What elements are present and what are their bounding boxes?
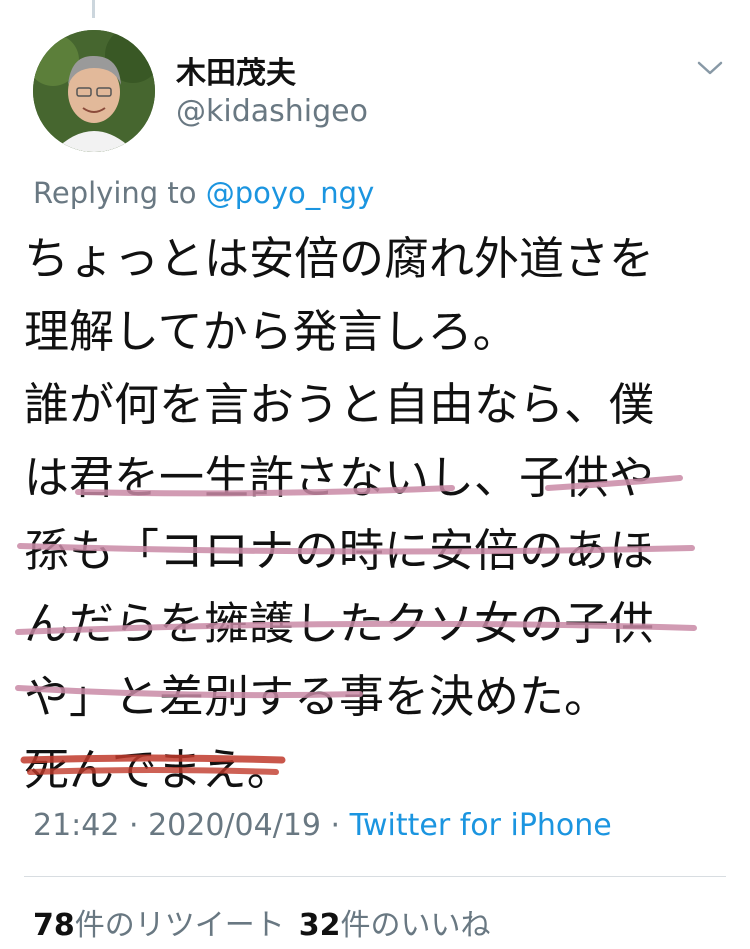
thread-connector-line — [92, 0, 95, 18]
tweet-text: ちょっとは安倍の腐れ外道さを 理解してから発言しろ。 誰が何を言おうと自由なら、… — [24, 222, 734, 806]
tweet-text-line: 理解してから発言しろ。 — [24, 305, 518, 358]
tweet-stats: 78件のリツイート 32件のいいね — [33, 900, 491, 944]
tweet-meta: 21:42 · 2020/04/19 · Twitter for iPhone — [33, 808, 612, 843]
tweet-text-line: 孫も「コロナの時に安倍のあほ — [24, 524, 655, 577]
like-label[interactable]: 件のいいね — [341, 908, 491, 943]
meta-separator: · — [119, 808, 149, 843]
tweet-time[interactable]: 21:42 — [33, 808, 119, 843]
retweet-label[interactable]: 件のリツイート — [75, 908, 285, 943]
meta-separator: · — [321, 808, 350, 843]
tweet-text-line: は君を一生許さないし、子供や — [24, 451, 655, 504]
tweet-text-line: んだらを擁護したクソ女の子供 — [24, 597, 655, 650]
avatar-photo — [33, 30, 155, 152]
tweet-text-line: ちょっとは安倍の腐れ外道さを — [24, 232, 655, 285]
retweet-count[interactable]: 78 — [33, 908, 75, 943]
author-handle[interactable]: @kidashigeo — [176, 94, 368, 129]
tweet-text-line: 死んでまえ。 — [24, 743, 292, 796]
chevron-down-icon[interactable] — [696, 58, 724, 78]
author-display-name[interactable]: 木田茂夫 — [176, 48, 296, 92]
reply-prefix: Replying to — [33, 176, 206, 210]
tweet-source-link[interactable]: Twitter for iPhone — [350, 808, 612, 843]
divider — [24, 876, 726, 877]
reply-context: Replying to @poyo_ngy — [33, 176, 374, 210]
tweet-text-line: や」と差別する事を決めた。 — [24, 670, 610, 723]
reply-mention-link[interactable]: @poyo_ngy — [206, 176, 375, 210]
avatar[interactable] — [33, 30, 155, 152]
tweet-date[interactable]: 2020/04/19 — [148, 808, 321, 843]
tweet-text-line: 誰が何を言おうと自由なら、僕 — [24, 378, 655, 431]
like-count[interactable]: 32 — [299, 908, 341, 943]
